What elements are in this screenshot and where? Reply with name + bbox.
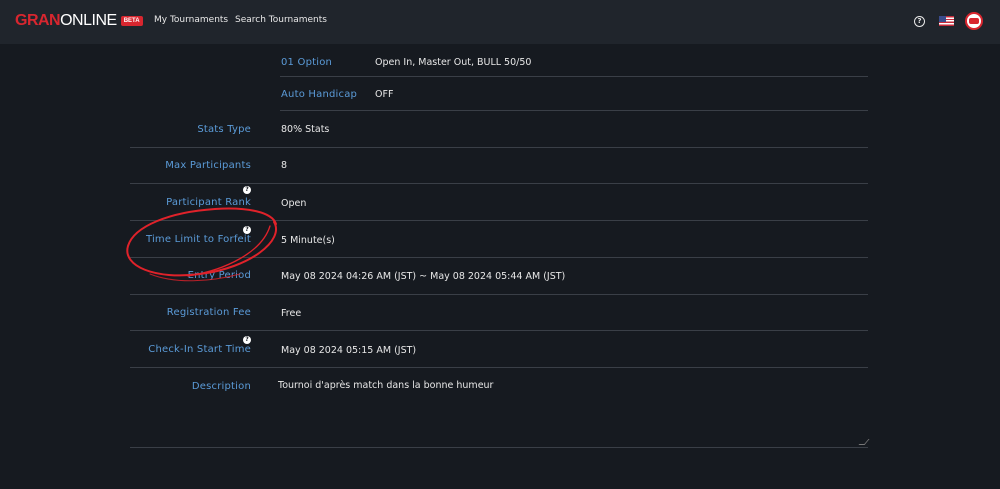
label-time-limit: Time Limit to Forfeit: [145, 234, 251, 245]
top-navigation-bar: GRAN ONLINE BETA My Tournaments Search T…: [0, 0, 1000, 44]
settings-row-entry-period: Entry Period May 08 2024 04:26 AM (JST) …: [130, 258, 868, 295]
time-limit-info-icon[interactable]: ?: [243, 226, 251, 234]
label-max-participants: Max Participants: [165, 160, 251, 171]
label-auto-handicap: Auto Handicap: [281, 89, 358, 100]
nav-search-tournaments[interactable]: Search Tournaments: [235, 15, 327, 25]
value-01-option: Open In, Master Out, BULL 50/50: [375, 57, 532, 68]
user-avatar[interactable]: [965, 12, 983, 30]
resize-handle-icon[interactable]: [858, 439, 870, 445]
label-01-option: 01 Option: [281, 57, 333, 68]
help-icon[interactable]: ?: [914, 16, 925, 27]
settings-row-01-option: 01 Option Open In, Master Out, BULL 50/5…: [280, 44, 868, 77]
value-participant-rank: Open: [281, 198, 307, 209]
label-stats-type: Stats Type: [197, 124, 251, 135]
label-participant-rank: Participant Rank: [166, 197, 251, 208]
settings-row-time-limit: Time Limit to Forfeit ? 5 Minute(s): [130, 221, 868, 258]
settings-row-registration-fee: Registration Fee Free: [130, 295, 868, 331]
value-auto-handicap: OFF: [375, 89, 394, 100]
beta-badge: BETA: [120, 16, 143, 26]
value-stats-type: 80% Stats: [281, 124, 330, 135]
label-registration-fee: Registration Fee: [166, 307, 251, 318]
label-entry-period: Entry Period: [187, 270, 251, 281]
value-entry-period: May 08 2024 04:26 AM (JST) ~ May 08 2024…: [281, 271, 566, 282]
label-check-in-start: Check-In Start Time: [148, 344, 251, 355]
value-registration-fee: Free: [281, 308, 302, 319]
logo-gran-text: GRAN: [15, 12, 61, 29]
value-max-participants: 8: [281, 160, 288, 171]
us-flag-icon[interactable]: [939, 16, 954, 26]
participant-rank-info-icon[interactable]: ?: [243, 186, 251, 194]
nav-my-tournaments[interactable]: My Tournaments: [154, 15, 228, 25]
description-text: Tournoi d'après match dans la bonne hume…: [278, 380, 494, 391]
settings-row-stats-type: Stats Type 80% Stats: [130, 111, 868, 148]
settings-row-auto-handicap: Auto Handicap OFF: [280, 77, 868, 111]
settings-row-description: Description Tournoi d'après match dans l…: [130, 368, 870, 448]
value-check-in-start: May 08 2024 05:15 AM (JST): [281, 345, 417, 356]
gran-online-logo[interactable]: GRAN ONLINE BETA: [15, 13, 143, 29]
settings-row-max-participants: Max Participants 8: [130, 148, 868, 184]
settings-row-participant-rank: Participant Rank ? Open: [130, 184, 868, 221]
logo-online-text: ONLINE: [60, 12, 117, 29]
check-in-info-icon[interactable]: ?: [243, 336, 251, 344]
settings-row-check-in-start: Check-In Start Time ? May 08 2024 05:15 …: [130, 331, 868, 368]
value-time-limit: 5 Minute(s): [281, 235, 335, 246]
label-description: Description: [191, 381, 251, 392]
description-textarea[interactable]: Tournoi d'après match dans la bonne hume…: [278, 368, 870, 448]
